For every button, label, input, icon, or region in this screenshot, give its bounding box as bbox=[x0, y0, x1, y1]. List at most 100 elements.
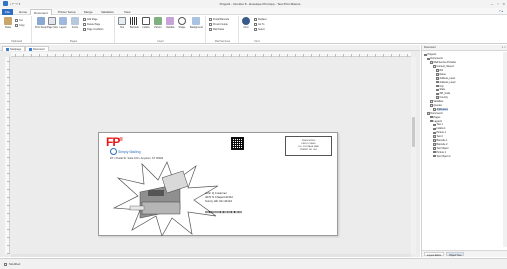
ruler-tick bbox=[239, 54, 240, 57]
ruler-tick bbox=[7, 77, 10, 78]
ruler-tick bbox=[287, 54, 288, 57]
ruler-tick bbox=[223, 54, 224, 57]
ruler-tick bbox=[295, 54, 296, 57]
field-icon bbox=[433, 135, 436, 138]
tab-object-tree[interactable]: Object Tree bbox=[446, 252, 465, 257]
ruler-tick bbox=[95, 54, 96, 57]
field-icon bbox=[436, 80, 439, 84]
go-to-icon bbox=[254, 23, 257, 26]
horizontal-scrollbar[interactable] bbox=[11, 254, 411, 257]
insert-picture-button[interactable]: Picture bbox=[154, 17, 162, 29]
go-to-button[interactable]: Go To bbox=[254, 23, 264, 26]
minimize-button[interactable]: – bbox=[491, 1, 493, 6]
panel-scrollbar[interactable] bbox=[503, 52, 507, 247]
insert-barcode-button[interactable]: Barcode bbox=[130, 17, 139, 29]
ruler-tick bbox=[343, 54, 344, 57]
ruler-tick bbox=[279, 54, 280, 57]
ruler-tick bbox=[7, 213, 10, 214]
help-icon[interactable]: ? ▴ bbox=[499, 9, 503, 13]
insert-shape-button[interactable]: Shape bbox=[178, 17, 186, 29]
replace-button[interactable]: Replace bbox=[254, 18, 267, 21]
app-icon[interactable] bbox=[3, 1, 8, 6]
ribbon-group-insert: Text Barcode Indicia Picture Variable Sh… bbox=[116, 16, 206, 43]
ribbon-group-label: Pages bbox=[69, 40, 78, 43]
ruler-tick bbox=[7, 229, 10, 230]
tab-layout-editor[interactable]: Layout Editor bbox=[424, 252, 445, 257]
ruler-tick bbox=[327, 54, 328, 57]
find-button[interactable]: Find bbox=[242, 17, 250, 29]
picture-icon bbox=[154, 17, 162, 25]
delete-page-button[interactable]: Delete Page bbox=[83, 23, 100, 26]
folder-icon bbox=[424, 53, 427, 57]
ruler-tick bbox=[271, 54, 272, 57]
insert-text-button[interactable]: Text bbox=[118, 17, 126, 29]
presort-guide-button[interactable]: Presort Guide bbox=[209, 23, 228, 26]
ruler-tick bbox=[7, 173, 10, 174]
status-item: Modified bbox=[4, 262, 20, 266]
folder-icon bbox=[430, 61, 433, 64]
fonts-button[interactable]: Fonts bbox=[71, 17, 79, 29]
insert-background-button[interactable]: Background bbox=[190, 17, 203, 29]
print-setup-button[interactable]: Print Setup bbox=[35, 17, 47, 29]
doc-icon bbox=[427, 112, 430, 115]
ruler-tick bbox=[207, 54, 208, 57]
copy-button[interactable]: Copy bbox=[15, 24, 25, 27]
ruler-tick bbox=[55, 54, 56, 57]
indicia-icon bbox=[142, 17, 150, 25]
scrollbar-thumb[interactable] bbox=[412, 117, 415, 147]
brand-logo[interactable]: FP® bbox=[106, 135, 123, 149]
ruler-tick bbox=[391, 54, 392, 57]
field-icon bbox=[436, 69, 439, 72]
ruler-tick bbox=[255, 54, 256, 57]
ruler-tick bbox=[231, 54, 232, 57]
field-icon bbox=[433, 143, 436, 146]
postal-barcode[interactable]: ⅠⅡⅠⅡⅡⅠⅠⅡⅠⅠⅡⅡⅠⅡⅠⅠⅡⅠⅡⅡⅠⅡⅠⅠⅡⅠⅡ bbox=[205, 210, 242, 214]
ruler-tick bbox=[335, 54, 336, 57]
title-bar: ▪ ↶ ↷ ▾ Project1 - Number 8 - Envelope P… bbox=[0, 0, 507, 8]
folder-icon bbox=[430, 104, 433, 107]
insert-variable-button[interactable]: Variable bbox=[166, 17, 175, 29]
ruler-tick bbox=[407, 54, 408, 57]
field-icon bbox=[433, 127, 436, 131]
panel-pin-icon[interactable]: ▾ ✕ bbox=[502, 46, 506, 49]
ruler-tick bbox=[87, 54, 88, 57]
datamatrix-barcode[interactable] bbox=[231, 137, 244, 150]
ruler-tick bbox=[167, 54, 168, 57]
ruler-tick bbox=[7, 149, 10, 150]
mail-class-button[interactable]: Mail Class bbox=[209, 28, 224, 31]
recipient-address[interactable]: John Q Customer 4270 N Chapel Hill Rd Su… bbox=[205, 191, 233, 203]
indicia-box[interactable]: PRESORTED FIRST-CLASS U.S. POSTAGE PAID … bbox=[285, 136, 332, 156]
cut-button[interactable]: Cut bbox=[15, 19, 23, 22]
ruler-tick bbox=[351, 54, 352, 57]
ruler-tick bbox=[47, 54, 48, 57]
doc-icon bbox=[433, 65, 436, 68]
slogan-text[interactable]: Simply Mailing bbox=[118, 150, 141, 154]
postal-barcode-button[interactable]: Postal Barcode bbox=[209, 18, 229, 21]
insert-indicia-button[interactable]: Indicia bbox=[142, 17, 150, 29]
close-button[interactable]: × bbox=[503, 1, 505, 6]
delete-page-icon bbox=[83, 23, 86, 26]
layers-button[interactable]: Layers bbox=[59, 17, 67, 29]
paste-icon bbox=[4, 17, 12, 25]
field-icon bbox=[436, 92, 439, 96]
ruler-tick bbox=[199, 54, 200, 57]
page-size-button[interactable]: Page Size bbox=[47, 17, 58, 29]
tree-node[interactable]: Text Object 2 bbox=[424, 154, 506, 158]
ruler-tick bbox=[175, 54, 176, 57]
condition-icon bbox=[83, 28, 86, 31]
ruler-tick bbox=[159, 54, 160, 57]
maximize-button[interactable]: ▫ bbox=[497, 1, 498, 6]
paste-button[interactable]: Paste bbox=[4, 17, 12, 29]
shape-icon bbox=[178, 17, 186, 25]
select-button[interactable]: Select bbox=[254, 28, 265, 31]
vertical-scrollbar[interactable] bbox=[411, 57, 416, 254]
ruler-tick bbox=[15, 54, 16, 57]
ruler-tick bbox=[367, 54, 368, 57]
ruler-tick bbox=[7, 109, 10, 110]
quick-access-toolbar[interactable]: ▪ ↶ ↷ ▾ bbox=[10, 2, 20, 6]
add-page-button[interactable]: Add Page bbox=[83, 18, 98, 21]
page-condition-button[interactable]: Page Condition bbox=[83, 28, 103, 31]
ruler-tick bbox=[215, 54, 216, 57]
folder-icon bbox=[430, 119, 433, 123]
status-bar: Modified bbox=[0, 258, 507, 269]
